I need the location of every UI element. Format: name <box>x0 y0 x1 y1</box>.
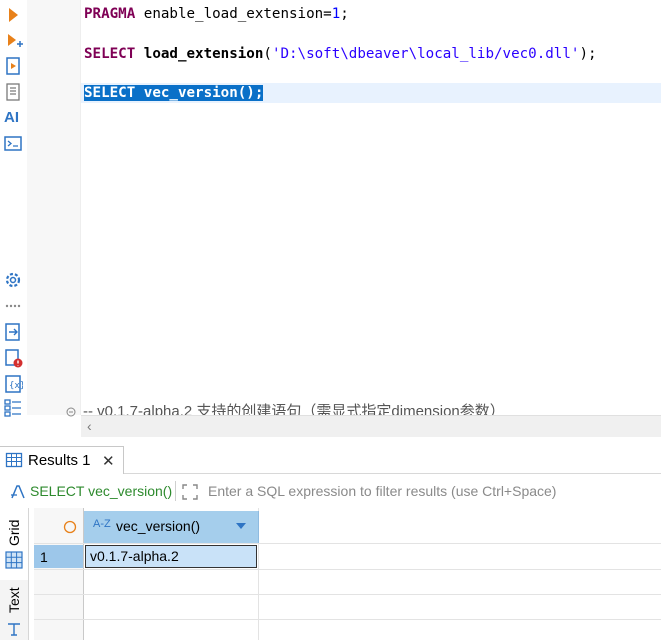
grid-line <box>34 619 661 620</box>
row-number: 1 <box>40 549 48 565</box>
settings-icon[interactable] <box>3 270 23 290</box>
execute-script-icon[interactable] <box>3 56 23 76</box>
editor-toolbar: AI {x} <box>0 0 27 418</box>
grid-line <box>34 594 661 595</box>
scroll-left-icon[interactable]: ‹ <box>87 418 92 434</box>
filter-bar: SELECT vec_version() Enter a SQL express… <box>0 476 661 509</box>
column-header-label: vec_version() <box>116 518 201 534</box>
error-log-icon[interactable] <box>3 348 23 368</box>
tab-grid-label: Grid <box>6 519 22 546</box>
grid-table-icon <box>5 451 23 474</box>
export-icon[interactable] <box>3 322 23 342</box>
grid-line <box>34 569 661 570</box>
text-view-icon[interactable] <box>6 621 22 642</box>
code-line-vec-version[interactable]: SELECT vec_version(); <box>84 83 264 103</box>
filter-query-text[interactable]: SELECT vec_version() <box>30 483 172 499</box>
select-all-circle-icon[interactable] <box>63 520 77 539</box>
column-header-vec-version[interactable]: A-Z vec_version() <box>84 511 259 543</box>
grid-line <box>34 543 661 544</box>
divider <box>175 481 176 501</box>
sort-dropdown-icon[interactable] <box>236 523 246 529</box>
filter-input[interactable]: Enter a SQL expression to filter results… <box>208 483 556 499</box>
results-tabbar: Results 1 ✕ <box>0 437 661 474</box>
execute-new-tab-icon[interactable] <box>3 31 23 51</box>
tab-text-label[interactable]: Text <box>6 587 22 613</box>
execute-icon[interactable] <box>3 5 23 25</box>
code-line-pragma[interactable]: PRAGMA enable_load_extension=1; <box>84 4 349 24</box>
expand-icon[interactable] <box>181 483 199 506</box>
grid-icon <box>5 551 23 574</box>
cell-value: v0.1.7-alpha.2 <box>90 548 179 564</box>
explain-icon[interactable] <box>3 82 23 102</box>
terminal-icon[interactable] <box>3 134 23 154</box>
tab-results-1[interactable]: Results 1 ✕ <box>0 446 124 474</box>
table-cell-selected[interactable]: v0.1.7-alpha.2 <box>85 545 257 568</box>
results-view-tabs: Grid Text <box>0 508 29 640</box>
sql-query-icon <box>9 483 27 506</box>
sql-editor[interactable]: PRAGMA enable_load_extension=1; SELECT l… <box>81 0 661 415</box>
editor-horizontal-scrollbar[interactable]: ‹ <box>81 415 661 438</box>
close-icon[interactable]: ✕ <box>102 452 115 470</box>
fold-icon[interactable] <box>66 404 76 417</box>
ai-icon[interactable]: AI <box>4 108 24 128</box>
variables-icon[interactable]: {x} <box>3 374 23 394</box>
tab-grid[interactable]: Grid <box>0 508 28 580</box>
code-line-load-extension[interactable]: SELECT load_extension('D:\soft\dbeaver\l… <box>84 44 597 64</box>
selected-text[interactable]: SELECT vec_version(); <box>84 85 264 101</box>
row-number-cell[interactable]: 1 <box>34 545 83 568</box>
string-type-icon: A-Z <box>93 518 111 530</box>
outline-icon[interactable] <box>3 398 23 418</box>
tab-label: Results 1 <box>28 452 91 469</box>
editor-gutter <box>27 0 81 415</box>
more-icon[interactable] <box>3 296 23 316</box>
svg-text:{x}: {x} <box>9 381 23 391</box>
